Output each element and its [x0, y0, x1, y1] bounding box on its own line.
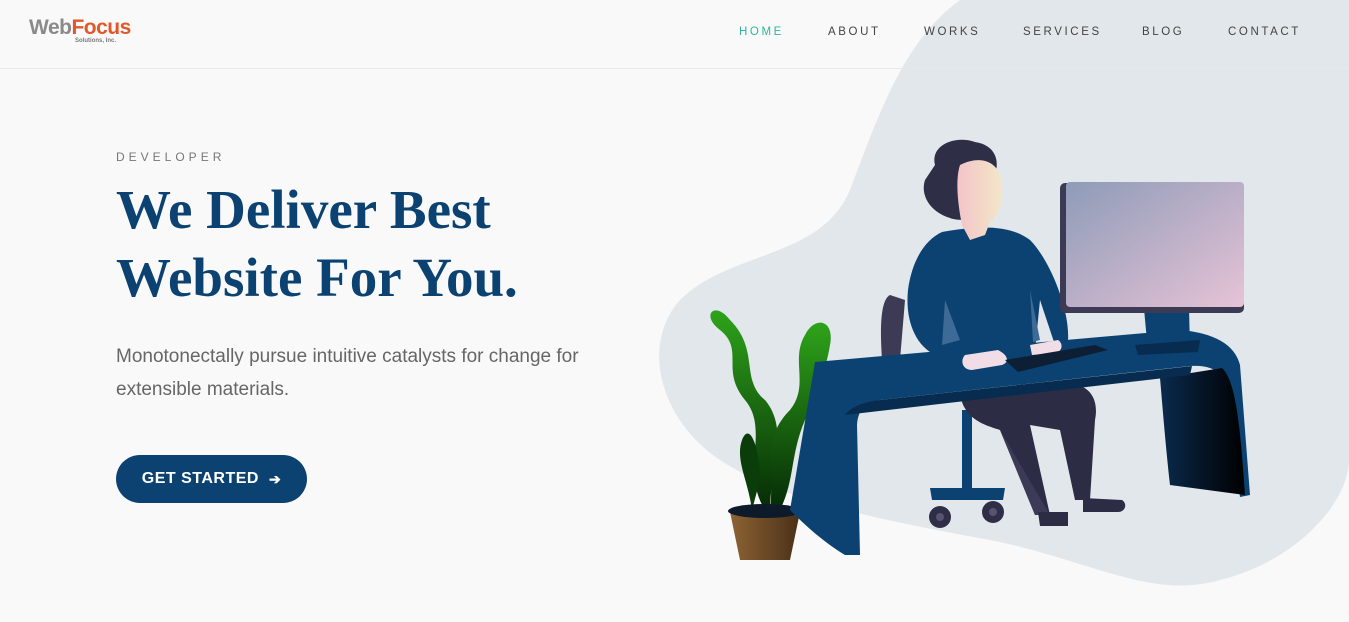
nav-contact[interactable]: CONTACT — [1228, 26, 1301, 40]
chair-back — [880, 295, 905, 360]
hero-headline: We Deliver Best Website For You. — [116, 176, 636, 312]
nav-blog[interactable]: BLOG — [1142, 26, 1184, 40]
hero-description: Monotonectally pursue intuitive catalyst… — [116, 346, 579, 400]
get-started-label: GET STARTED — [141, 470, 259, 487]
hero-headline-line-2: Website For You. — [116, 247, 518, 308]
person-head — [923, 139, 1003, 240]
hero-eyebrow: DEVELOPER — [116, 150, 226, 164]
hero-headline-line-1: We Deliver Best — [116, 179, 491, 240]
site-header: WebFocus Solutions, Inc. HOME ABOUT WORK… — [0, 0, 1349, 69]
nav-about[interactable]: ABOUT — [828, 26, 881, 40]
logo-word-web: Web — [29, 16, 72, 39]
get-started-button[interactable]: GET STARTED ➔ — [116, 455, 307, 503]
nav-services[interactable]: SERVICES — [1023, 26, 1102, 40]
brand-logo[interactable]: WebFocus Solutions, Inc. — [29, 15, 131, 47]
nav-home[interactable]: HOME — [739, 26, 784, 40]
person-torso — [907, 227, 1069, 361]
nav-works[interactable]: WORKS — [924, 26, 980, 40]
logo-subtitle: Solutions, Inc. — [75, 38, 117, 44]
arrow-right-icon: ➔ — [268, 471, 282, 487]
computer-monitor — [1060, 182, 1244, 355]
plant-pot — [728, 504, 802, 560]
logo-word-focus: Focus — [71, 16, 131, 39]
